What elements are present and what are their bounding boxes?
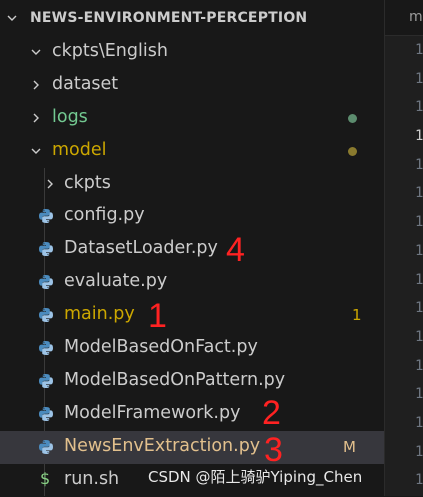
python-file-icon <box>38 340 54 356</box>
explorer-panel: NEWS-ENVIRONMENT-PERCEPTION ckpts\Englis… <box>0 0 384 496</box>
tree-item-evaluate-py[interactable]: evaluate.py <box>0 266 384 299</box>
tree-item-label: evaluate.py <box>64 271 168 291</box>
tree-item-label: DatasetLoader.py <box>64 238 218 258</box>
tree-item-main-py[interactable]: main.py 1 1 <box>0 297 384 335</box>
tree-item-model[interactable]: model <box>0 135 384 168</box>
line-number: 1 <box>415 242 423 259</box>
line-number: 1 <box>415 214 423 231</box>
tree-item-label: ckpts\English <box>52 41 168 61</box>
python-file-icon <box>38 274 54 290</box>
tree-item-label: ModelBasedOnPattern.py <box>64 370 286 390</box>
tree-item-label: config.py <box>64 205 145 225</box>
line-number: 1 <box>415 328 423 345</box>
tree-item-ckpts-english[interactable]: ckpts\English <box>0 36 384 69</box>
tree-item-label: ModelBasedOnFact.py <box>64 337 258 357</box>
tree-item-label: model <box>52 140 107 160</box>
annotation-number: 1 <box>148 297 167 335</box>
chevron-down-icon[interactable] <box>6 12 18 24</box>
chevron-right-icon[interactable] <box>44 178 56 190</box>
chevron-right-icon[interactable] <box>30 79 42 91</box>
python-file-icon <box>38 241 54 257</box>
tree-item-label: run.sh <box>64 469 120 489</box>
chevron-down-icon[interactable] <box>30 46 42 58</box>
explorer-root-folder[interactable]: NEWS-ENVIRONMENT-PERCEPTION <box>0 0 384 36</box>
problem-count-badge: 1 <box>352 306 362 324</box>
chevron-right-icon[interactable] <box>30 112 42 124</box>
tree-item-label: logs <box>52 107 88 127</box>
line-number: 1 <box>415 443 423 460</box>
line-number: 1 <box>415 300 423 317</box>
watermark: CSDN @陌上骑驴Yiping_Chen <box>148 468 363 486</box>
tree-item-label: ckpts <box>64 173 111 193</box>
line-number: 1 <box>415 70 423 87</box>
python-file-icon <box>38 307 54 323</box>
git-status-dot-icon <box>348 114 357 123</box>
editor-tab-label: m <box>409 9 423 25</box>
explorer-root-title: NEWS-ENVIRONMENT-PERCEPTION <box>30 10 308 26</box>
python-file-icon <box>38 439 54 455</box>
annotation-number: 2 <box>262 394 281 432</box>
tree-item-label: main.py <box>64 304 135 324</box>
line-number: 1 <box>415 414 423 431</box>
tree-item-modelbasedonpattern-py[interactable]: ModelBasedOnPattern.py <box>0 365 384 398</box>
line-number-gutter: 1 1 1 1 1 1 1 1 1 1 1 1 1 1 1 1 <box>385 36 423 495</box>
line-number: 1 <box>415 357 423 374</box>
python-file-icon <box>38 406 54 422</box>
tree-item-datasetloader-py[interactable]: DatasetLoader.py 4 <box>0 231 384 269</box>
line-number: 1 <box>415 185 423 202</box>
chevron-down-icon[interactable] <box>30 145 42 157</box>
annotation-number: 4 <box>226 231 245 269</box>
shell-file-icon: $ <box>40 469 51 488</box>
line-number: 1 <box>415 99 423 116</box>
problem-dot-icon <box>348 147 357 156</box>
editor-area: m 1 1 1 1 1 1 1 1 1 1 1 1 1 1 1 1 <box>384 0 423 496</box>
tree-item-label: dataset <box>52 74 119 94</box>
line-number: 1 <box>415 472 423 489</box>
line-number: 1 <box>415 156 423 173</box>
python-file-icon <box>38 373 54 389</box>
modified-badge: M <box>343 438 356 456</box>
tree-item-model-ckpts[interactable]: ckpts <box>0 168 384 201</box>
editor-tab[interactable]: m <box>385 0 423 36</box>
tree-item-logs[interactable]: logs <box>0 102 384 135</box>
line-number: 1 <box>415 271 423 288</box>
python-file-icon <box>38 208 54 224</box>
tree-item-newsenvextraction-py[interactable]: NewsEnvExtraction.py 3 M <box>0 431 384 469</box>
tree-item-modelframework-py[interactable]: ModelFramework.py 2 <box>0 394 384 432</box>
tree-item-config-py[interactable]: config.py <box>0 200 384 233</box>
tree-item-modelbasedonfact-py[interactable]: ModelBasedOnFact.py <box>0 332 384 365</box>
line-number: 1 <box>415 386 423 403</box>
line-number: 1 <box>415 128 423 145</box>
tree-item-label: ModelFramework.py <box>64 403 241 423</box>
annotation-number: 3 <box>264 431 283 469</box>
tree-item-label: NewsEnvExtraction.py <box>64 436 261 456</box>
line-number: 1 <box>415 42 423 58</box>
tree-item-dataset[interactable]: dataset <box>0 69 384 102</box>
